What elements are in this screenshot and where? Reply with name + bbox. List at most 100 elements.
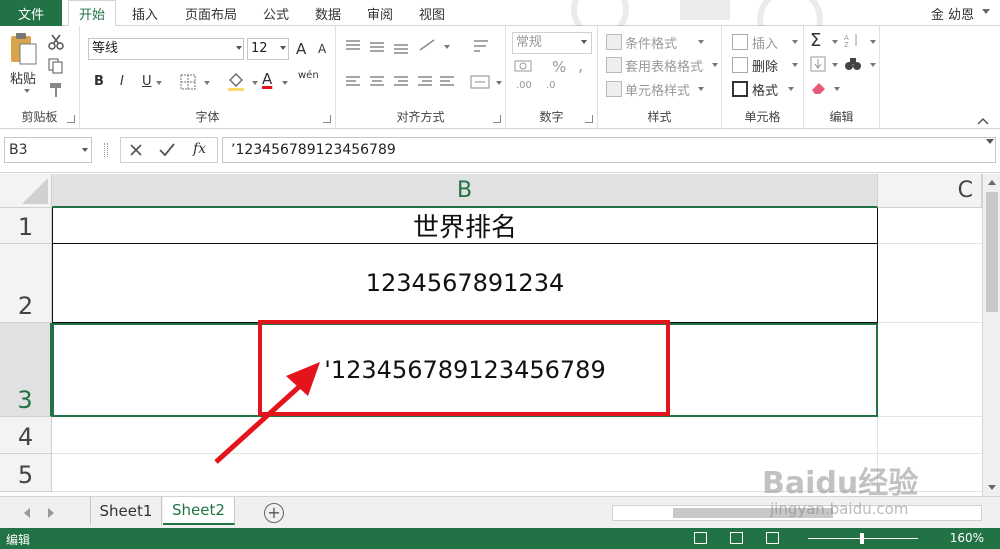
- cell-b2[interactable]: 1234567891234: [52, 244, 878, 323]
- row-header-5[interactable]: 5: [0, 454, 52, 492]
- row-header-4[interactable]: 4: [0, 417, 52, 454]
- font-color-button[interactable]: A: [262, 70, 272, 88]
- underline-button[interactable]: U: [142, 74, 152, 89]
- chevron-down-icon[interactable]: [282, 81, 288, 85]
- cell-c3[interactable]: [878, 323, 982, 417]
- cancel-icon[interactable]: [129, 143, 143, 157]
- cut-icon[interactable]: [48, 34, 64, 50]
- column-header-c[interactable]: C: [878, 174, 982, 208]
- chevron-down-icon[interactable]: [870, 63, 876, 67]
- vertical-scroll-thumb[interactable]: [986, 192, 998, 312]
- cell-b4[interactable]: [52, 417, 878, 454]
- prev-sheet-icon[interactable]: [24, 508, 30, 518]
- cell-styles-button[interactable]: 单元格样式: [625, 80, 690, 99]
- chevron-down-icon[interactable]: [712, 63, 718, 67]
- comma-button[interactable]: ,: [578, 56, 583, 75]
- tab-data[interactable]: 数据: [306, 0, 350, 26]
- horizontal-align-icons[interactable]: [344, 74, 454, 90]
- sort-filter-icon[interactable]: A Z: [844, 32, 864, 48]
- paste-button[interactable]: 粘贴: [10, 68, 36, 87]
- autosum-button[interactable]: Σ: [810, 30, 821, 51]
- vertical-align-icons[interactable]: [344, 38, 454, 54]
- chevron-down-icon[interactable]: [204, 81, 210, 85]
- formula-bar-separator[interactable]: [104, 143, 108, 157]
- chevron-down-icon[interactable]: [870, 40, 876, 44]
- copy-icon[interactable]: [48, 58, 66, 74]
- row-header-3[interactable]: 3: [0, 323, 52, 417]
- bold-button[interactable]: B: [94, 74, 104, 89]
- chevron-down-icon[interactable]: [982, 9, 990, 14]
- grow-font-button[interactable]: A: [296, 40, 306, 58]
- fill-down-icon[interactable]: [810, 56, 826, 72]
- sheet-tab-1[interactable]: Sheet1: [90, 497, 162, 525]
- launcher-icon[interactable]: [585, 115, 593, 123]
- chevron-down-icon[interactable]: [792, 40, 798, 44]
- vertical-scrollbar[interactable]: [982, 174, 1000, 496]
- increase-decimal-button[interactable]: .00: [516, 80, 532, 91]
- font-name-select[interactable]: 等线: [88, 38, 244, 60]
- row-header-2[interactable]: 2: [0, 244, 52, 323]
- launcher-icon[interactable]: [67, 115, 75, 123]
- decrease-decimal-button[interactable]: .0: [546, 80, 556, 91]
- cell-c4[interactable]: [878, 417, 982, 454]
- shrink-font-button[interactable]: A: [318, 42, 326, 56]
- chevron-down-icon[interactable]: [444, 45, 450, 49]
- format-cells-button[interactable]: 格式: [752, 80, 778, 99]
- tab-home[interactable]: 开始: [68, 0, 116, 27]
- tab-formulas[interactable]: 公式: [254, 0, 298, 26]
- zoom-level[interactable]: 160%: [950, 531, 984, 545]
- chevron-down-icon[interactable]: [792, 63, 798, 67]
- accounting-format-icon[interactable]: [514, 58, 536, 74]
- format-as-table-button[interactable]: 套用表格格式: [625, 56, 703, 75]
- tab-review[interactable]: 审阅: [358, 0, 402, 26]
- format-painter-icon[interactable]: [48, 82, 64, 98]
- chevron-down-icon[interactable]: [24, 89, 30, 93]
- chevron-down-icon[interactable]: [832, 40, 838, 44]
- tab-view[interactable]: 视图: [410, 0, 454, 26]
- chevron-down-icon[interactable]: [252, 81, 258, 85]
- formula-input[interactable]: ’123456789123456789: [222, 137, 996, 163]
- scroll-up-icon[interactable]: [987, 178, 997, 186]
- add-sheet-button[interactable]: +: [264, 503, 284, 523]
- collapse-ribbon-icon[interactable]: [976, 116, 990, 126]
- chevron-down-icon[interactable]: [832, 63, 838, 67]
- chevron-down-icon[interactable]: [156, 81, 162, 85]
- cell-c2[interactable]: [878, 244, 982, 323]
- column-header-b[interactable]: B: [52, 174, 878, 208]
- percent-button[interactable]: %: [552, 58, 566, 76]
- chevron-down-icon[interactable]: [834, 87, 840, 91]
- phonetic-button[interactable]: wén: [298, 70, 319, 81]
- delete-cells-button[interactable]: 删除: [752, 56, 778, 75]
- chevron-down-icon[interactable]: [496, 81, 502, 85]
- insert-function-button[interactable]: fx: [193, 141, 206, 157]
- find-select-icon[interactable]: [844, 56, 862, 72]
- zoom-slider-knob[interactable]: [860, 533, 864, 544]
- fill-color-icon[interactable]: [226, 72, 246, 92]
- conditional-format-button[interactable]: 条件格式: [625, 33, 677, 52]
- row-header-1[interactable]: 1: [0, 208, 52, 244]
- cell-b5[interactable]: [52, 454, 878, 492]
- next-sheet-icon[interactable]: [48, 508, 54, 518]
- select-all-corner[interactable]: [0, 174, 52, 208]
- merge-center-icon[interactable]: [470, 74, 490, 90]
- border-icon[interactable]: [180, 74, 198, 90]
- enter-check-icon[interactable]: [159, 143, 175, 157]
- chevron-down-icon[interactable]: [986, 139, 994, 144]
- launcher-icon[interactable]: [323, 115, 331, 123]
- chevron-down-icon[interactable]: [280, 46, 286, 50]
- tab-page-layout[interactable]: 页面布局: [176, 0, 246, 26]
- chevron-down-icon[interactable]: [82, 148, 88, 152]
- normal-view-icon[interactable]: [694, 532, 707, 544]
- chevron-down-icon[interactable]: [581, 40, 587, 44]
- sheet-tab-2[interactable]: Sheet2: [163, 497, 235, 525]
- page-break-view-icon[interactable]: [766, 532, 779, 544]
- insert-cells-button[interactable]: 插入: [752, 33, 778, 52]
- tab-insert[interactable]: 插入: [122, 0, 168, 26]
- launcher-icon[interactable]: [493, 115, 501, 123]
- chevron-down-icon[interactable]: [236, 46, 242, 50]
- page-layout-view-icon[interactable]: [730, 532, 743, 544]
- wrap-text-icon[interactable]: [472, 38, 490, 54]
- name-box[interactable]: B3: [4, 137, 92, 163]
- number-format-select[interactable]: 常规: [512, 32, 592, 54]
- italic-button[interactable]: I: [120, 74, 124, 89]
